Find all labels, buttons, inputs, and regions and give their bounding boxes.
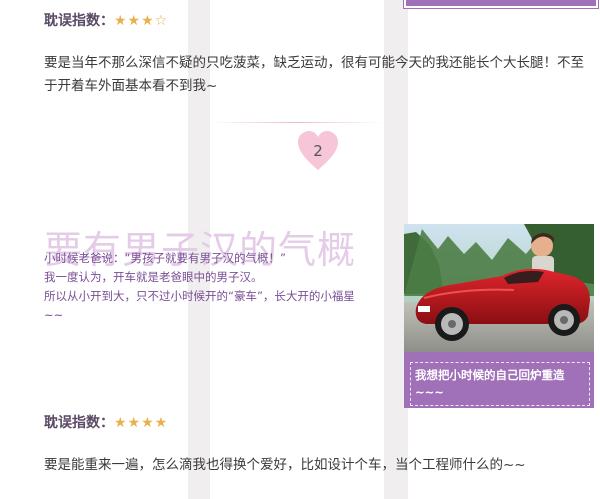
photo-card: 我想把小时候的自己回炉重造~~~	[404, 224, 594, 408]
story-text: 小时候老爸说：“男孩子就要有男子汉的气概！” 我一度认为，开车就是老爸眼中的男子…	[44, 249, 400, 325]
red-toy-car-photo	[404, 224, 594, 352]
story-line: 所以从小开到大，只不过小时候开的“豪车”，长大开的小福星	[44, 289, 355, 303]
previous-photo-card-edge	[403, 0, 599, 9]
rating-stars-empty: ☆	[154, 13, 168, 29]
story-line: 我一度认为，开车就是老爸眼中的男子汉。	[44, 270, 263, 284]
paragraph-bottom: 要是能重来一遍，怎么滴我也得换个爱好，比如设计个车，当个工程师什么的~~	[44, 457, 526, 473]
story-line: ~~	[44, 308, 64, 322]
section-number: 2	[313, 142, 323, 160]
rating-stars-filled: ★★★★	[114, 415, 169, 431]
rating-label: 耽误指数：	[44, 415, 114, 431]
rating-label: 耽误指数：	[44, 13, 114, 29]
rating-row-top: 耽误指数：★★★☆	[44, 10, 167, 30]
paragraph-top: 要是当年不那么深信不疑的只吃菠菜，缺乏运动，很有可能今天的我还能长个大长腿！不至…	[44, 55, 584, 94]
story-line: 小时候老爸说：“男孩子就要有男子汉的气概！”	[44, 251, 286, 265]
rating-row-bottom: 耽误指数：★★★★	[44, 412, 168, 432]
photo-caption: 我想把小时候的自己回炉重造~~~	[410, 362, 590, 406]
rating-stars-filled: ★★★	[114, 13, 155, 29]
section-divider-line	[210, 122, 384, 123]
